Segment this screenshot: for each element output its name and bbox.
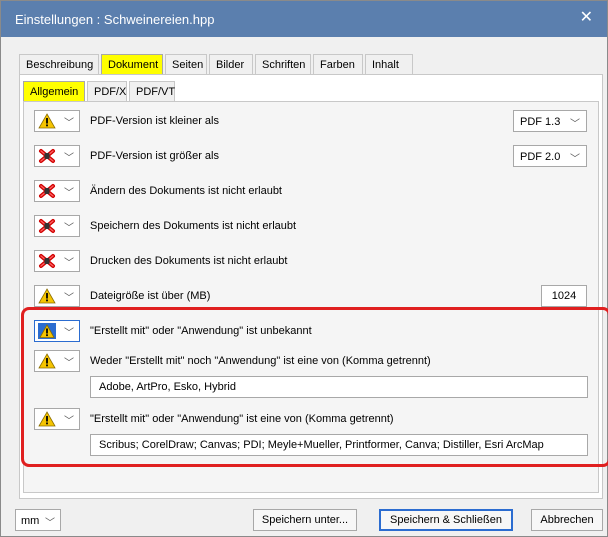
cancel-button[interactable]: Abbrechen xyxy=(531,509,603,531)
error-icon xyxy=(39,149,55,163)
severity-dropdown[interactable]: ﹀ xyxy=(34,250,80,272)
tab-bilder[interactable]: Bilder xyxy=(209,54,253,74)
chevron-down-icon: ﹀ xyxy=(570,154,580,165)
chevron-down-icon: ﹀ xyxy=(45,518,55,529)
severity-dropdown[interactable]: ﹀ xyxy=(34,350,80,372)
rule-pdf-version-min: ﹀ PDF-Version ist kleiner als PDF 1.3 ﹀ xyxy=(24,106,598,136)
subtab-pdfvt[interactable]: PDF/VT xyxy=(129,81,175,101)
rule-label: Drucken des Dokuments ist nicht erlaubt xyxy=(90,255,288,267)
tab-seiten[interactable]: Seiten xyxy=(165,54,207,74)
unit-select[interactable]: mm ﹀ xyxy=(15,509,61,531)
tab-beschreibung[interactable]: Beschreibung xyxy=(19,54,99,74)
bottom-bar: mm ﹀ Speichern unter... Speichern & Schl… xyxy=(1,501,607,537)
rule-creator-in-list: ﹀ "Erstellt mit" oder "Anwendung" ist ei… xyxy=(24,404,598,434)
subtab-pdfx[interactable]: PDF/X xyxy=(87,81,127,101)
rule-label: "Erstellt mit" oder "Anwendung" ist unbe… xyxy=(90,325,312,337)
creator-include-list-input[interactable]: Scribus; CorelDraw; Canvas; PDI; Meyle+M… xyxy=(90,434,588,456)
chevron-down-icon: ﹀ xyxy=(64,416,74,427)
close-icon[interactable]: ✕ xyxy=(580,9,593,27)
severity-dropdown[interactable]: ﹀ xyxy=(34,180,80,202)
warning-icon xyxy=(38,288,56,304)
rule-file-size: ﹀ Dateigröße ist über (MB) 1024 xyxy=(24,281,598,311)
severity-dropdown[interactable]: ﹀ xyxy=(34,285,80,307)
severity-dropdown[interactable]: ﹀ xyxy=(34,145,80,167)
unit-value: mm xyxy=(21,515,40,527)
chevron-down-icon: ﹀ xyxy=(64,153,74,164)
tab-inhalt[interactable]: Inhalt xyxy=(365,54,413,74)
severity-dropdown[interactable]: ﹀ xyxy=(34,320,80,342)
rules-panel: ﹀ PDF-Version ist kleiner als PDF 1.3 ﹀ … xyxy=(23,101,599,493)
rule-no-modify: ﹀ Ändern des Dokuments ist nicht erlaubt xyxy=(24,176,598,206)
pdf-version-max-select[interactable]: PDF 2.0 ﹀ xyxy=(513,145,587,167)
chevron-down-icon: ﹀ xyxy=(64,118,74,129)
error-icon xyxy=(39,219,55,233)
chevron-down-icon: ﹀ xyxy=(64,258,74,269)
window-title: Einstellungen : Schweinereien.hpp xyxy=(15,12,215,27)
rule-label: Ändern des Dokuments ist nicht erlaubt xyxy=(90,185,282,197)
save-as-button[interactable]: Speichern unter... xyxy=(253,509,357,531)
warning-icon xyxy=(38,411,56,427)
tab-farben[interactable]: Farben xyxy=(313,54,363,74)
severity-dropdown[interactable]: ﹀ xyxy=(34,408,80,430)
rule-label: Speichern des Dokuments ist nicht erlaub… xyxy=(90,220,297,232)
select-value: PDF 1.3 xyxy=(520,116,561,128)
severity-dropdown[interactable]: ﹀ xyxy=(34,215,80,237)
rule-no-print: ﹀ Drucken des Dokuments ist nicht erlaub… xyxy=(24,246,598,276)
rule-creator-not-in-list: ﹀ Weder "Erstellt mit" noch "Anwendung" … xyxy=(24,346,598,376)
severity-dropdown[interactable]: ﹀ xyxy=(34,110,80,132)
rule-pdf-version-max: ﹀ PDF-Version ist größer als PDF 2.0 ﹀ xyxy=(24,141,598,171)
warning-icon xyxy=(38,323,56,339)
chevron-down-icon: ﹀ xyxy=(64,358,74,369)
error-icon xyxy=(39,254,55,268)
rule-no-save: ﹀ Speichern des Dokuments ist nicht erla… xyxy=(24,211,598,241)
select-value: PDF 2.0 xyxy=(520,151,561,163)
settings-window: Einstellungen : Schweinereien.hpp ✕ Besc… xyxy=(0,0,608,537)
chevron-down-icon: ﹀ xyxy=(570,119,580,130)
warning-icon xyxy=(38,113,56,129)
chevron-down-icon: ﹀ xyxy=(64,223,74,234)
creator-exclude-list-input[interactable]: Adobe, ArtPro, Esko, Hybrid xyxy=(90,376,588,398)
subtab-allgemein[interactable]: Allgemein xyxy=(23,81,85,101)
rule-label: Weder "Erstellt mit" noch "Anwendung" is… xyxy=(90,355,431,367)
error-icon xyxy=(39,184,55,198)
tab-schriften[interactable]: Schriften xyxy=(255,54,311,74)
rule-label: "Erstellt mit" oder "Anwendung" ist eine… xyxy=(90,413,394,425)
chevron-down-icon: ﹀ xyxy=(64,293,74,304)
rule-creator-unknown: ﹀ "Erstellt mit" oder "Anwendung" ist un… xyxy=(24,316,598,346)
rule-label: PDF-Version ist größer als xyxy=(90,150,219,162)
chevron-down-icon: ﹀ xyxy=(64,328,74,339)
title-bar: Einstellungen : Schweinereien.hpp ✕ xyxy=(1,1,607,37)
warning-icon xyxy=(38,353,56,369)
file-size-input[interactable]: 1024 xyxy=(541,285,587,307)
tab-dokument[interactable]: Dokument xyxy=(101,54,163,74)
chevron-down-icon: ﹀ xyxy=(64,188,74,199)
pdf-version-min-select[interactable]: PDF 1.3 ﹀ xyxy=(513,110,587,132)
rule-label: PDF-Version ist kleiner als xyxy=(90,115,219,127)
save-and-close-button[interactable]: Speichern & Schließen xyxy=(379,509,513,531)
rule-label: Dateigröße ist über (MB) xyxy=(90,290,211,302)
